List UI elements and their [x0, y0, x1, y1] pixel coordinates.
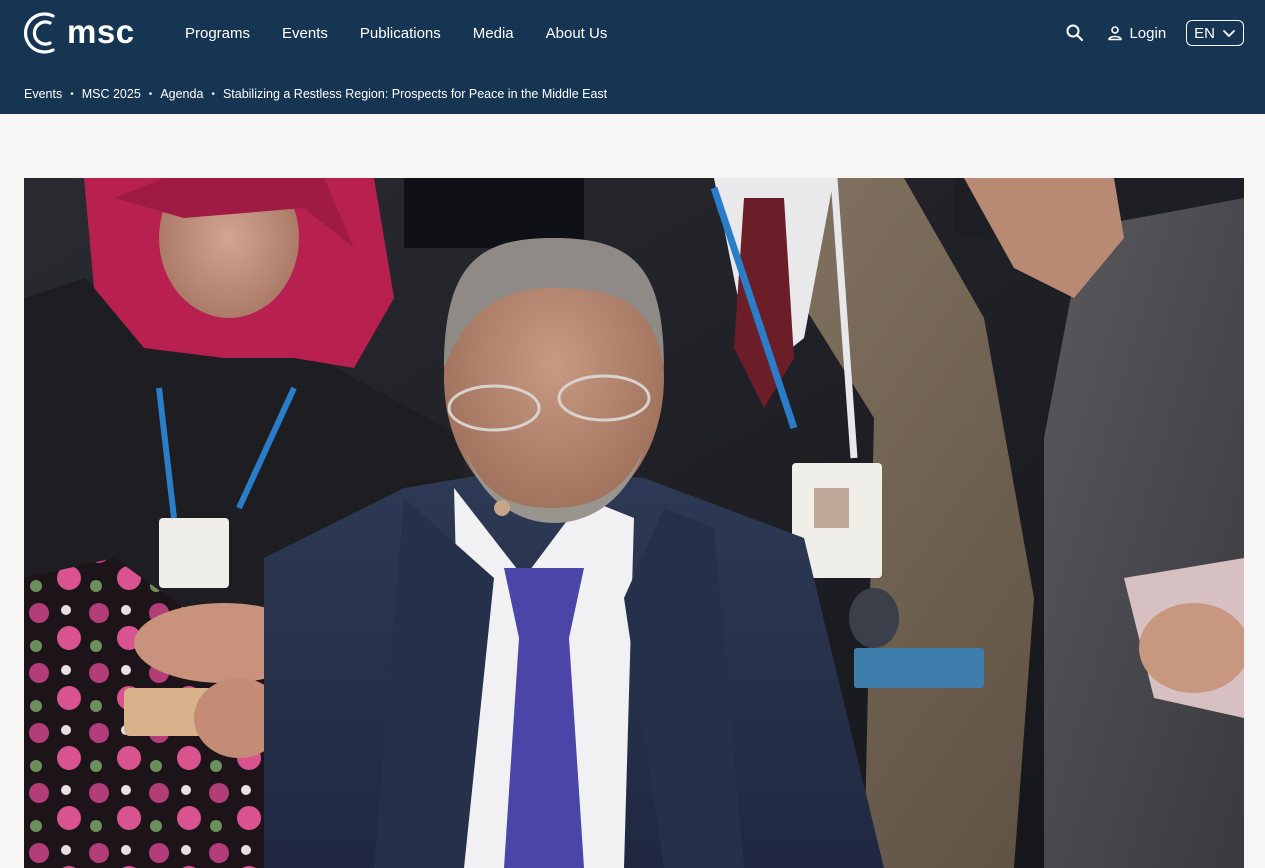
- breadcrumb-item-msc-2025[interactable]: MSC 2025: [82, 87, 141, 101]
- logo-text: msc: [67, 12, 135, 50]
- breadcrumb: Events • MSC 2025 • Agenda • Stabilizing…: [24, 86, 607, 102]
- search-button[interactable]: [1063, 21, 1087, 45]
- breadcrumb-item-events[interactable]: Events: [24, 87, 62, 101]
- nav-item-programs[interactable]: Programs: [185, 25, 250, 42]
- breadcrumb-item-agenda[interactable]: Agenda: [160, 87, 203, 101]
- event-photo: [24, 178, 1244, 868]
- hero-image: [24, 178, 1244, 868]
- chevron-down-icon: [1223, 30, 1235, 37]
- user-icon: [1108, 26, 1123, 41]
- msc-logo-icon: [23, 12, 55, 54]
- breadcrumb-current: Stabilizing a Restless Region: Prospects…: [222, 87, 608, 101]
- site-header: msc Programs Events Publications Media A…: [0, 0, 1265, 114]
- language-selector[interactable]: EN: [1186, 20, 1244, 46]
- nav-item-about-us[interactable]: About Us: [546, 25, 608, 42]
- breadcrumb-separator: •: [148, 88, 153, 100]
- msc-logo[interactable]: msc: [23, 8, 135, 58]
- breadcrumb-separator: •: [70, 88, 74, 100]
- nav-item-events[interactable]: Events: [282, 25, 328, 42]
- nav-item-publications[interactable]: Publications: [360, 25, 441, 42]
- main-nav: Programs Events Publications Media About…: [185, 22, 607, 44]
- breadcrumb-separator: •: [211, 88, 215, 100]
- search-icon: [1066, 24, 1084, 42]
- login-label: Login: [1129, 24, 1167, 42]
- nav-item-media[interactable]: Media: [473, 25, 514, 42]
- header-tools: Login EN: [1063, 20, 1244, 46]
- language-label: EN: [1194, 24, 1215, 42]
- login-button[interactable]: Login: [1107, 25, 1166, 42]
